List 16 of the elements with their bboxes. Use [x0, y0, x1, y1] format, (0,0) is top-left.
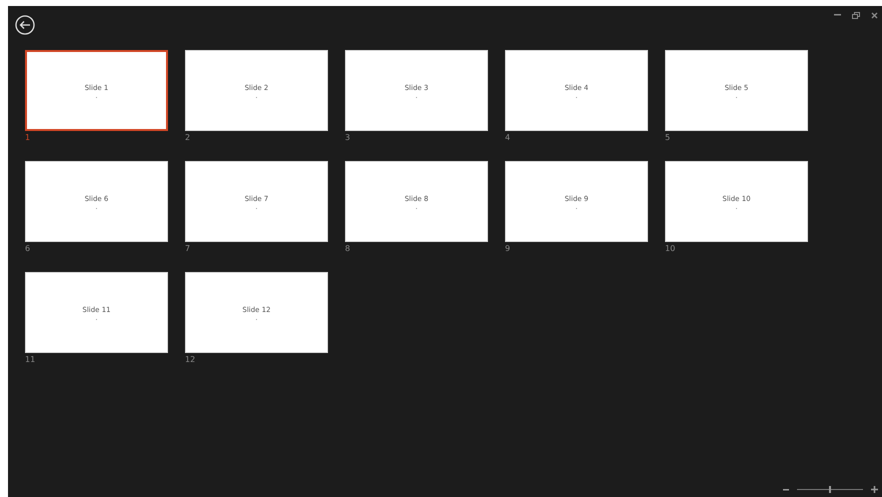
slide-number: 1	[25, 132, 30, 144]
slide-number: 12	[185, 354, 196, 366]
slide-number: 8	[345, 243, 350, 255]
close-icon[interactable]	[871, 12, 878, 19]
restore-icon[interactable]	[852, 12, 860, 19]
zoom-in-icon[interactable]	[871, 486, 878, 493]
slide-number: 4	[505, 132, 510, 144]
slide-number: 10	[665, 243, 676, 255]
slide-number: 11	[25, 354, 36, 366]
minimize-icon[interactable]	[834, 14, 841, 17]
slide-number: 5	[665, 132, 670, 144]
slide-number: 9	[505, 243, 510, 255]
slide-number: 7	[185, 243, 190, 255]
slide-number: 2	[185, 132, 190, 144]
slide-number: 6	[25, 243, 30, 255]
slide-number: 3	[345, 132, 350, 144]
